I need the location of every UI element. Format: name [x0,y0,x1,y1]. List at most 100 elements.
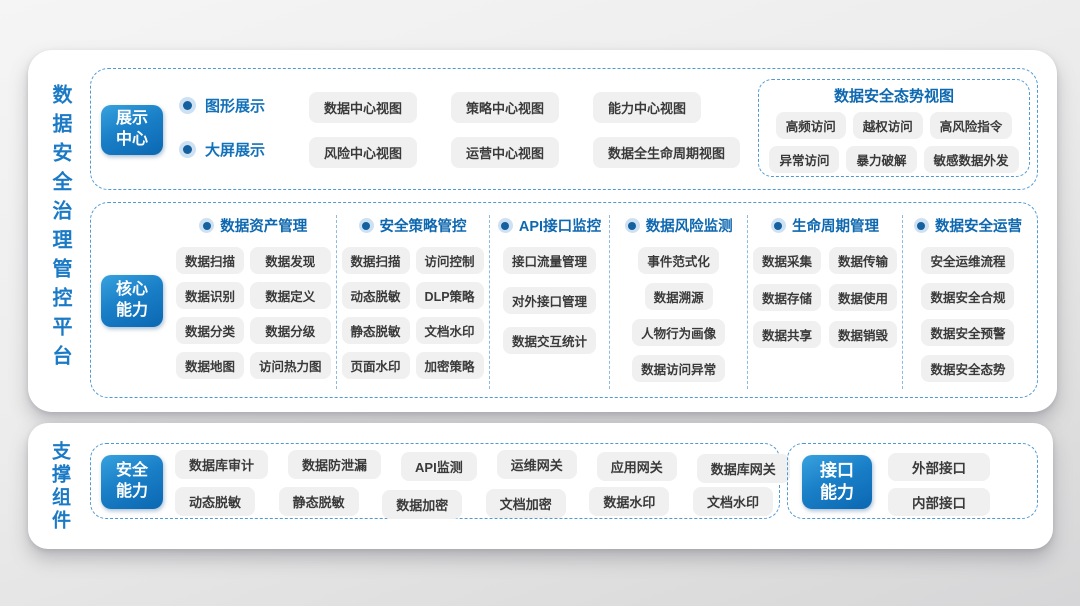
capability-item: 数据采集 [753,247,821,274]
security-item: 文档加密 [486,489,566,518]
security-item: 文档水印 [693,487,773,516]
column-header-label: 生命周期管理 [792,215,879,236]
view-item: 运营中心视图 [451,137,559,168]
column-data-asset-management: 数据资产管理 数据扫描 数据发现 数据识别 数据定义 数据分类 数据分级 数据地… [171,215,337,389]
security-item: 数据防泄漏 [288,450,381,479]
capability-item: 文档水印 [416,317,484,344]
capability-item: 数据传输 [829,247,897,274]
capability-item: 人物行为画像 [632,319,725,346]
column-header: 数据安全运营 [914,215,1022,236]
support-components-panel: 支撑组件 安全 能力 数据库审计 数据防泄漏 API监测 运维网关 应用网关 数… [28,423,1053,549]
capability-item: 访问热力图 [250,352,331,379]
situation-item: 暴力破解 [846,146,916,173]
column-header: 生命周期管理 [771,215,879,236]
bullet-icon [625,218,640,233]
situation-item: 越权访问 [853,112,923,139]
view-item: 数据全生命周期视图 [593,137,740,168]
core-columns: 数据资产管理 数据扫描 数据发现 数据识别 数据定义 数据分类 数据分级 数据地… [171,215,1033,389]
capability-item: 数据地图 [176,352,244,379]
views-row-2: 风险中心视图 运营中心视图 数据全生命周期视图 [309,137,740,168]
column-header-label: 数据资产管理 [220,215,307,236]
capability-item: 数据扫描 [342,247,410,274]
interface-items: 外部接口 内部接口 [888,453,990,516]
core-capabilities-badge: 核心 能力 [101,275,163,327]
interface-item: 外部接口 [888,453,990,481]
view-item: 能力中心视图 [593,92,701,123]
views-row-1: 数据中心视图 策略中心视图 能力中心视图 [309,92,701,123]
capability-item: 数据销毁 [829,321,897,348]
display-center-badge: 展示 中心 [101,105,163,155]
interface-item: 内部接口 [888,488,990,516]
capability-item: 事件范式化 [638,247,719,274]
capability-item: DLP策略 [416,282,484,309]
situation-item: 敏感数据外发 [924,146,1019,173]
situation-row-1: 高频访问 越权访问 高风险指令 [776,112,1013,139]
capability-item: 数据分类 [176,317,244,344]
view-item: 风险中心视图 [309,137,417,168]
situation-row-2: 异常访问 暴力破解 敏感数据外发 [769,146,1018,173]
capability-item: 接口流量管理 [503,247,596,274]
view-item: 策略中心视图 [451,92,559,123]
mode-label: 大屏展示 [205,139,265,160]
column-header: 安全策略管控 [359,215,467,236]
column-items: 数据扫描 访问控制 动态脱敏 DLP策略 静态脱敏 文档水印 页面水印 加密策略 [342,247,484,379]
security-row-1: 数据库审计 数据防泄漏 API监测 运维网关 应用网关 数据库网关 [175,450,773,479]
capability-item: 数据安全预警 [921,319,1014,346]
capability-item: 数据溯源 [645,283,713,310]
column-lifecycle-management: 生命周期管理 数据采集 数据传输 数据存储 数据使用 数据共享 数据销毁 [748,215,903,389]
interface-capabilities-badge: 接口 能力 [802,455,872,509]
column-items: 事件范式化 数据溯源 人物行为画像 数据访问异常 [632,247,725,382]
column-items: 数据采集 数据传输 数据存储 数据使用 数据共享 数据销毁 [753,247,897,348]
capability-item: 数据安全态势 [921,355,1014,382]
security-item: 静态脱敏 [279,487,359,516]
security-item: 应用网关 [597,452,677,481]
security-item: 数据加密 [382,490,462,519]
security-item: 动态脱敏 [175,487,255,516]
column-security-policy-control: 安全策略管控 数据扫描 访问控制 动态脱敏 DLP策略 静态脱敏 文档水印 页面… [337,215,490,389]
security-capabilities-badge: 安全 能力 [101,455,163,509]
column-header-label: API接口监控 [519,215,601,236]
situation-item: 异常访问 [769,146,839,173]
column-items: 安全运维流程 数据安全合规 数据安全预警 数据安全态势 [921,247,1014,382]
capability-item: 数据识别 [176,282,244,309]
capability-item: 数据访问异常 [632,355,725,382]
bullet-icon [498,218,513,233]
view-item: 数据中心视图 [309,92,417,123]
interface-capabilities-section: 接口 能力 外部接口 内部接口 [787,443,1038,519]
bullet-icon [771,218,786,233]
situation-item: 高频访问 [776,112,846,139]
capability-item: 安全运维流程 [921,247,1014,274]
situation-item: 高风险指令 [930,112,1013,139]
security-situation-section: 数据安全态势视图 高频访问 越权访问 高风险指令 异常访问 暴力破解 敏感数据外… [758,79,1030,177]
capability-item: 数据存储 [753,284,821,311]
capability-item: 页面水印 [342,352,410,379]
column-header: 数据风险监测 [625,215,733,236]
column-header: API接口监控 [498,215,601,236]
bullet-icon [199,218,214,233]
capability-item: 数据安全合规 [921,283,1014,310]
capability-item: 数据发现 [250,247,331,274]
capability-item: 数据扫描 [176,247,244,274]
mode-label: 图形展示 [205,95,265,116]
security-item: 运维网关 [497,450,577,479]
capability-item: 数据使用 [829,284,897,311]
capability-item: 加密策略 [416,352,484,379]
capability-item: 数据定义 [250,282,331,309]
column-items: 接口流量管理 对外接口管理 数据交互统计 [503,247,596,354]
column-api-interface-monitoring: API接口监控 接口流量管理 对外接口管理 数据交互统计 [490,215,611,389]
core-capabilities-section: 核心 能力 数据资产管理 数据扫描 数据发现 数据识别 数据定义 数据分类 数据… [90,202,1038,398]
bullet-icon [179,141,196,158]
column-header-label: 数据安全运营 [935,215,1022,236]
security-item: 数据水印 [589,487,669,516]
bullet-icon [914,218,929,233]
platform-vertical-title: 数据安全治理管控平台 [46,84,75,374]
column-data-risk-monitoring: 数据风险监测 事件范式化 数据溯源 人物行为画像 数据访问异常 [610,215,748,389]
column-items: 数据扫描 数据发现 数据识别 数据定义 数据分类 数据分级 数据地图 访问热力图 [176,247,331,379]
capability-item: 动态脱敏 [342,282,410,309]
capability-item: 数据共享 [753,321,821,348]
security-item: API监测 [401,452,477,481]
mode-graphic-display: 图形展示 [179,95,265,116]
column-header-label: 安全策略管控 [380,215,467,236]
situation-title: 数据安全态势视图 [759,85,1029,106]
bullet-icon [179,97,196,114]
